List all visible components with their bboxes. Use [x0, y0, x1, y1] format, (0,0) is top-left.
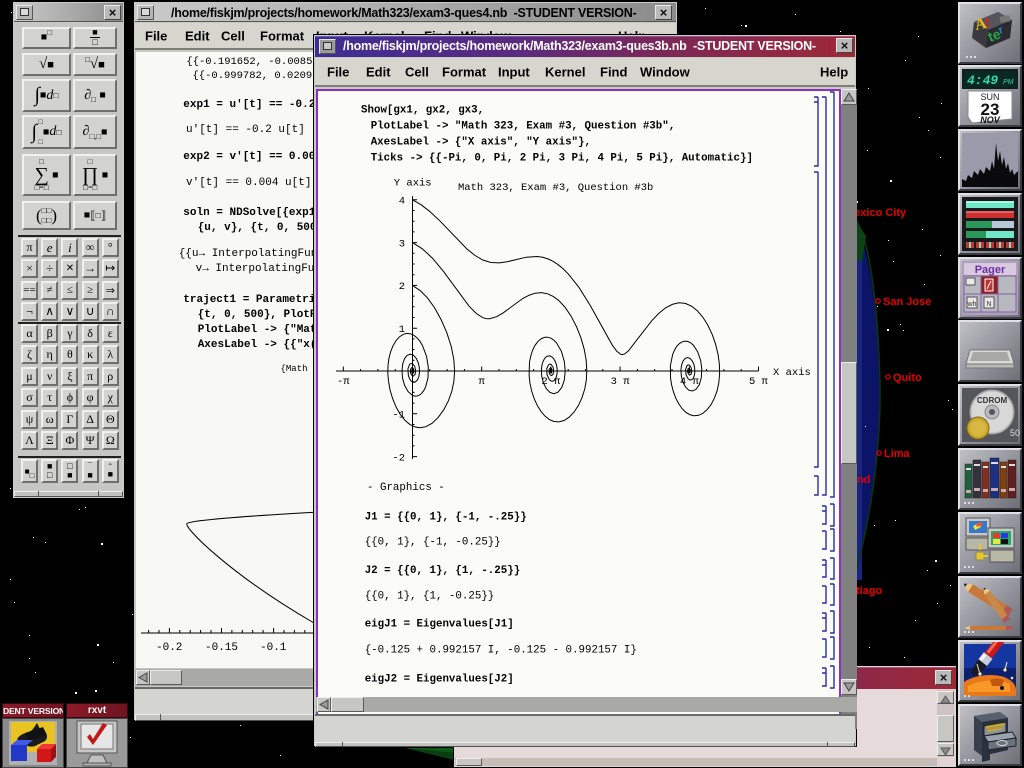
svg-text:Math 323, Exam #3, Question #3: Math 323, Exam #3, Question #3b [458, 182, 653, 194]
svg-text:Show[gx1, gx2, gx3,: Show[gx1, gx2, gx3, [361, 105, 484, 117]
svg-text:wh: wh [967, 301, 977, 308]
svg-text:4:49: 4:49 [967, 73, 998, 88]
svg-text:PM: PM [1003, 79, 1014, 86]
svg-text:{-0.125 + 0.992157 I, -0.125 -: {-0.125 + 0.992157 I, -0.125 - 0.992157 … [365, 645, 637, 657]
svg-text:50: 50 [1010, 428, 1020, 438]
svg-text:1: 1 [399, 324, 405, 336]
svg-text:AxesLabel -> {"X axis", "Y axi: AxesLabel -> {"X axis", "Y axis"}, [371, 137, 591, 149]
svg-text:Y axis: Y axis [394, 178, 432, 190]
svg-text:PlotLabel -> "Math 323, Exam #: PlotLabel -> "Math 323, Exam #3, Questio… [371, 121, 676, 133]
svg-text:Ticks -> {{-Pi, 0, Pi, 2 Pi, 3: Ticks -> {{-Pi, 0, Pi, 2 Pi, 3 Pi, 4 Pi,… [371, 153, 753, 165]
svg-text:CDROM: CDROM [977, 396, 1008, 405]
svg-text:2 π: 2 π [541, 376, 561, 388]
svg-text:π: π [479, 376, 486, 388]
svg-text:4: 4 [399, 196, 405, 208]
svg-text:{{0, 1}, {1, -0.25}}: {{0, 1}, {1, -0.25}} [365, 591, 495, 603]
svg-text:- Graphics -: - Graphics - [367, 482, 445, 494]
svg-text:NOV: NOV [980, 115, 1001, 125]
svg-text:4 π: 4 π [680, 376, 700, 388]
svg-text:eigJ1 = Eigenvalues[J1]: eigJ1 = Eigenvalues[J1] [365, 619, 514, 631]
svg-text:3: 3 [399, 238, 405, 250]
svg-text:nd: nd [857, 474, 870, 486]
svg-text:2: 2 [399, 281, 405, 293]
svg-text:-0.2: -0.2 [156, 642, 182, 654]
svg-text:Quito: Quito [893, 372, 922, 384]
svg-text:-0.15: -0.15 [205, 642, 238, 654]
svg-text:Pager: Pager [975, 264, 1006, 276]
svg-text:X axis: X axis [773, 367, 811, 379]
svg-text:tiago: tiago [856, 585, 883, 597]
svg-text:Lima: Lima [884, 448, 911, 460]
svg-text:eigJ2 = Eigenvalues[J2]: eigJ2 = Eigenvalues[J2] [365, 674, 514, 686]
svg-text:5 π: 5 π [749, 376, 769, 388]
svg-text:-π: -π [337, 376, 350, 388]
svg-text:San Jose: San Jose [883, 296, 931, 308]
svg-text:J2 = {{0, 1}, {1, -.25}}: J2 = {{0, 1}, {1, -.25}} [365, 565, 521, 577]
svg-text:-0.1: -0.1 [260, 642, 287, 654]
svg-text:-1: -1 [392, 410, 405, 422]
svg-text:N: N [986, 301, 991, 308]
svg-text:-2: -2 [392, 452, 405, 464]
svg-text:{{0, 1}, {-1, -0.25}}: {{0, 1}, {-1, -0.25}} [365, 537, 501, 549]
svg-text:3 π: 3 π [611, 376, 631, 388]
svg-text:J1 = {{0, 1}, {-1, -.25}}: J1 = {{0, 1}, {-1, -.25}} [365, 512, 527, 524]
